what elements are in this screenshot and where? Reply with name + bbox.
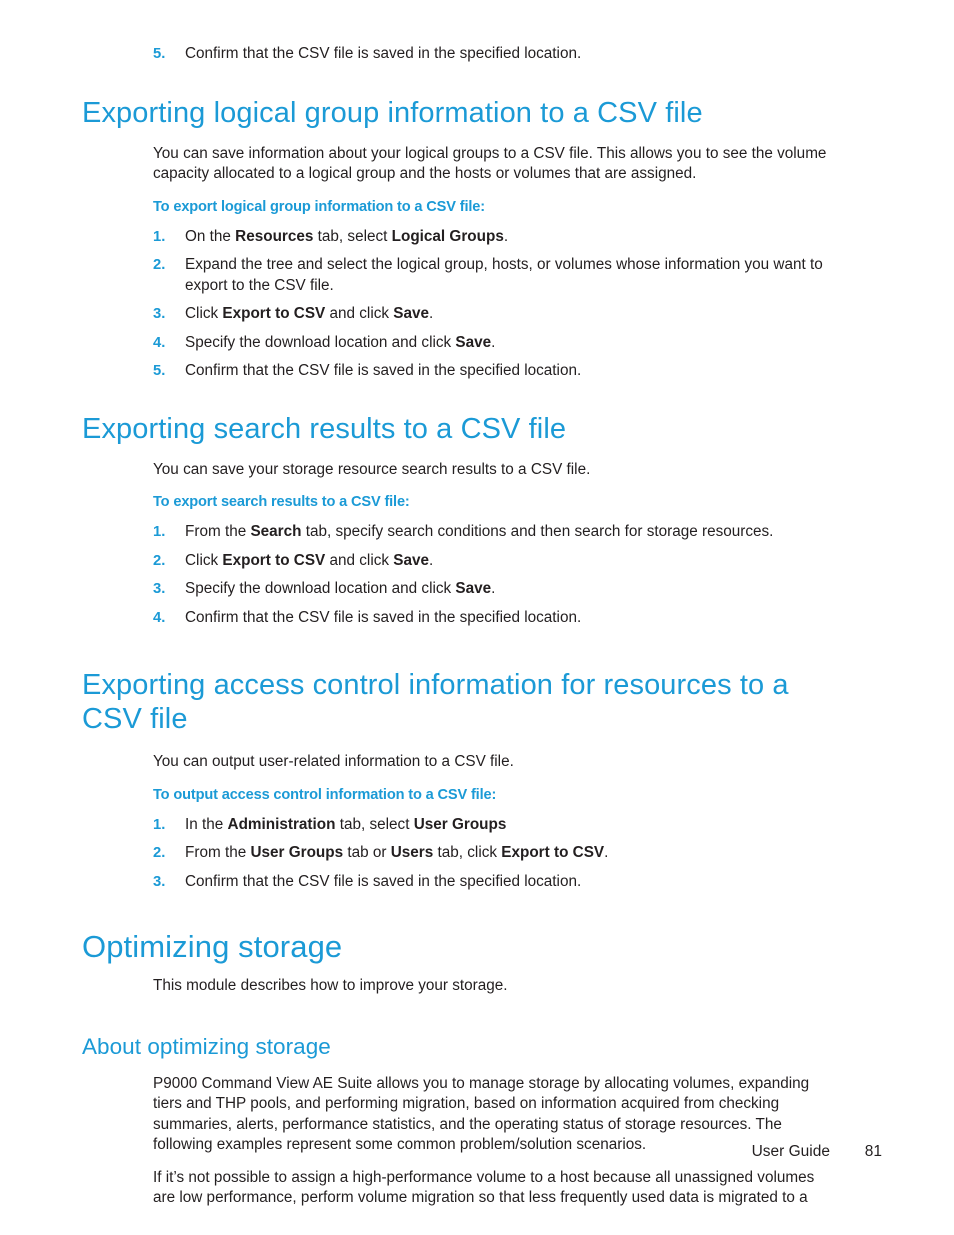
list-item: 3. Click Export to CSV and click Save. <box>153 304 830 325</box>
procedure-steps-access-control: 1. In the Administration tab, select User… <box>153 815 830 893</box>
step-text-bold-1: Save <box>455 580 492 597</box>
step-text-post: . <box>491 580 496 597</box>
section-heading-access-control: Exporting access control information for… <box>82 669 789 735</box>
step-text: Confirm that the CSV file is saved in th… <box>185 45 582 62</box>
procedure-lead-access-control: To output access control information to … <box>153 786 497 803</box>
step-text-pre: Confirm that the CSV file is saved in th… <box>185 608 582 626</box>
step-text-pre: Confirm that the CSV file is saved in th… <box>185 872 582 890</box>
step-text-pre: Confirm that the CSV file is saved in th… <box>185 362 582 379</box>
step-number: 2. <box>153 845 166 861</box>
step-number: 5. <box>153 46 166 62</box>
step-text-mid: tab or <box>343 844 391 861</box>
list-item: 4. Confirm that the CSV file is saved in … <box>153 608 830 629</box>
chapter-intro-block: This module describes how to improve you… <box>153 976 830 997</box>
step-number: 4. <box>153 334 166 351</box>
step-text-bold-1: Export to CSV <box>222 305 326 322</box>
list-item: 4. Specify the download location and clic… <box>153 333 830 354</box>
step-text-mid: tab, select <box>313 227 392 245</box>
step-text-pre: Specify the download location and click <box>185 580 456 597</box>
step-number: 1. <box>153 228 166 245</box>
step-text-bold-1: Administration <box>227 815 336 833</box>
step-text-bold-3: Export to CSV <box>501 844 605 861</box>
subsection-paragraph-2: If it’s not possible to assign a high-pe… <box>153 1168 815 1207</box>
step-text-bold-1: User Groups <box>250 844 344 861</box>
step-number: 2. <box>153 257 166 273</box>
chapter-intro: This module describes how to improve you… <box>153 977 508 994</box>
procedure-steps-logical-group: 1. On the Resources tab, select Logical G… <box>153 227 830 382</box>
footer-page-number: 81 <box>864 1143 882 1160</box>
procedure-lead-search-results: To export search results to a CSV file: <box>153 494 410 510</box>
step-number: 1. <box>153 524 166 540</box>
step-text-bold-1: Resources <box>235 227 314 245</box>
step-text-post: . <box>429 305 434 322</box>
step-text-pre: From the <box>185 844 251 861</box>
step-text-pre: In the <box>185 815 228 833</box>
page-content: 5. Confirm that the CSV file is saved in… <box>82 44 830 1209</box>
section-intro: You can save your storage resource searc… <box>153 460 591 478</box>
step-text-post: . <box>503 227 509 245</box>
step-text-pre: Expand the tree and select the logical g… <box>185 256 823 294</box>
section-body-search-results: You can save your storage resource searc… <box>153 460 830 629</box>
document-page: 5. Confirm that the CSV file is saved in… <box>0 0 954 1235</box>
step-text-pre: From the <box>185 523 251 540</box>
step-text-mid: and click <box>325 551 394 569</box>
step-number: 2. <box>153 552 166 569</box>
step-number: 3. <box>153 306 166 322</box>
step-text-mid: tab, specify search conditions and then … <box>301 523 774 540</box>
carryover-step-list: 5. Confirm that the CSV file is saved in… <box>153 44 830 65</box>
list-item: 2. From the User Groups tab or Users tab,… <box>153 843 830 864</box>
list-item: 3. Confirm that the CSV file is saved in … <box>153 872 830 893</box>
step-text-bold-2: Users <box>390 844 434 861</box>
step-text-bold-2: Logical Groups <box>391 227 504 245</box>
section-body-access-control: You can output user-related information … <box>153 752 830 892</box>
step-text-pre: On the <box>185 227 236 245</box>
step-text-bold-1: Search <box>250 523 302 540</box>
section-intro: You can save information about your logi… <box>153 144 827 183</box>
procedure-steps-search-results: 1. From the Search tab, specify search co… <box>153 522 830 628</box>
list-item: 2. Click Export to CSV and click Save. <box>153 551 830 572</box>
list-item: 5. Confirm that the CSV file is saved in … <box>153 361 830 382</box>
step-text-mid: tab, select <box>335 815 414 833</box>
step-number: 4. <box>153 609 166 626</box>
subsection-body-about-optimizing-storage: P9000 Command View AE Suite allows you t… <box>153 1074 830 1209</box>
section-heading-search-results: Exporting search results to a CSV file <box>82 412 567 445</box>
list-item: 2. Expand the tree and select the logical… <box>153 255 830 296</box>
step-number: 3. <box>153 581 166 597</box>
chapter-title-optimizing-storage: Optimizing storage <box>82 929 343 964</box>
step-text-post-2: . <box>604 844 609 861</box>
list-item: 1. In the Administration tab, select User… <box>153 815 830 836</box>
list-item: 5. Confirm that the CSV file is saved in… <box>153 44 830 65</box>
step-text-post: . <box>429 551 434 569</box>
step-text-pre: Specify the download location and click <box>185 333 456 351</box>
step-text-post: . <box>491 333 496 351</box>
subsection-heading-about-optimizing-storage: About optimizing storage <box>82 1033 331 1059</box>
step-number: 5. <box>153 363 166 379</box>
footer-label: User Guide <box>751 1143 830 1160</box>
step-text-bold-2: User Groups <box>413 815 507 833</box>
section-heading-logical-group: Exporting logical group information to a… <box>82 96 703 129</box>
step-number: 1. <box>153 816 166 833</box>
list-item: 3. Specify the download location and clic… <box>153 579 830 600</box>
procedure-lead-logical-group: To export logical group information to a… <box>153 198 485 215</box>
step-text-bold-1: Save <box>455 333 492 351</box>
list-item: 1. On the Resources tab, select Logical G… <box>153 227 830 248</box>
list-item: 1. From the Search tab, specify search co… <box>153 522 830 543</box>
step-text-pre: Click <box>185 551 223 569</box>
step-text-bold-1: Export to CSV <box>222 551 326 569</box>
step-text-bold-2: Save <box>393 305 429 322</box>
step-number: 3. <box>153 873 166 890</box>
section-intro: You can output user-related information … <box>153 753 514 770</box>
step-text-post: tab, click <box>433 844 502 861</box>
step-text-bold-2: Save <box>393 551 429 569</box>
section-body-logical-group: You can save information about your logi… <box>153 144 830 382</box>
step-text-mid: and click <box>325 305 394 322</box>
page-footer: User Guide 81 <box>0 1142 954 1166</box>
step-text-pre: Click <box>185 305 223 322</box>
